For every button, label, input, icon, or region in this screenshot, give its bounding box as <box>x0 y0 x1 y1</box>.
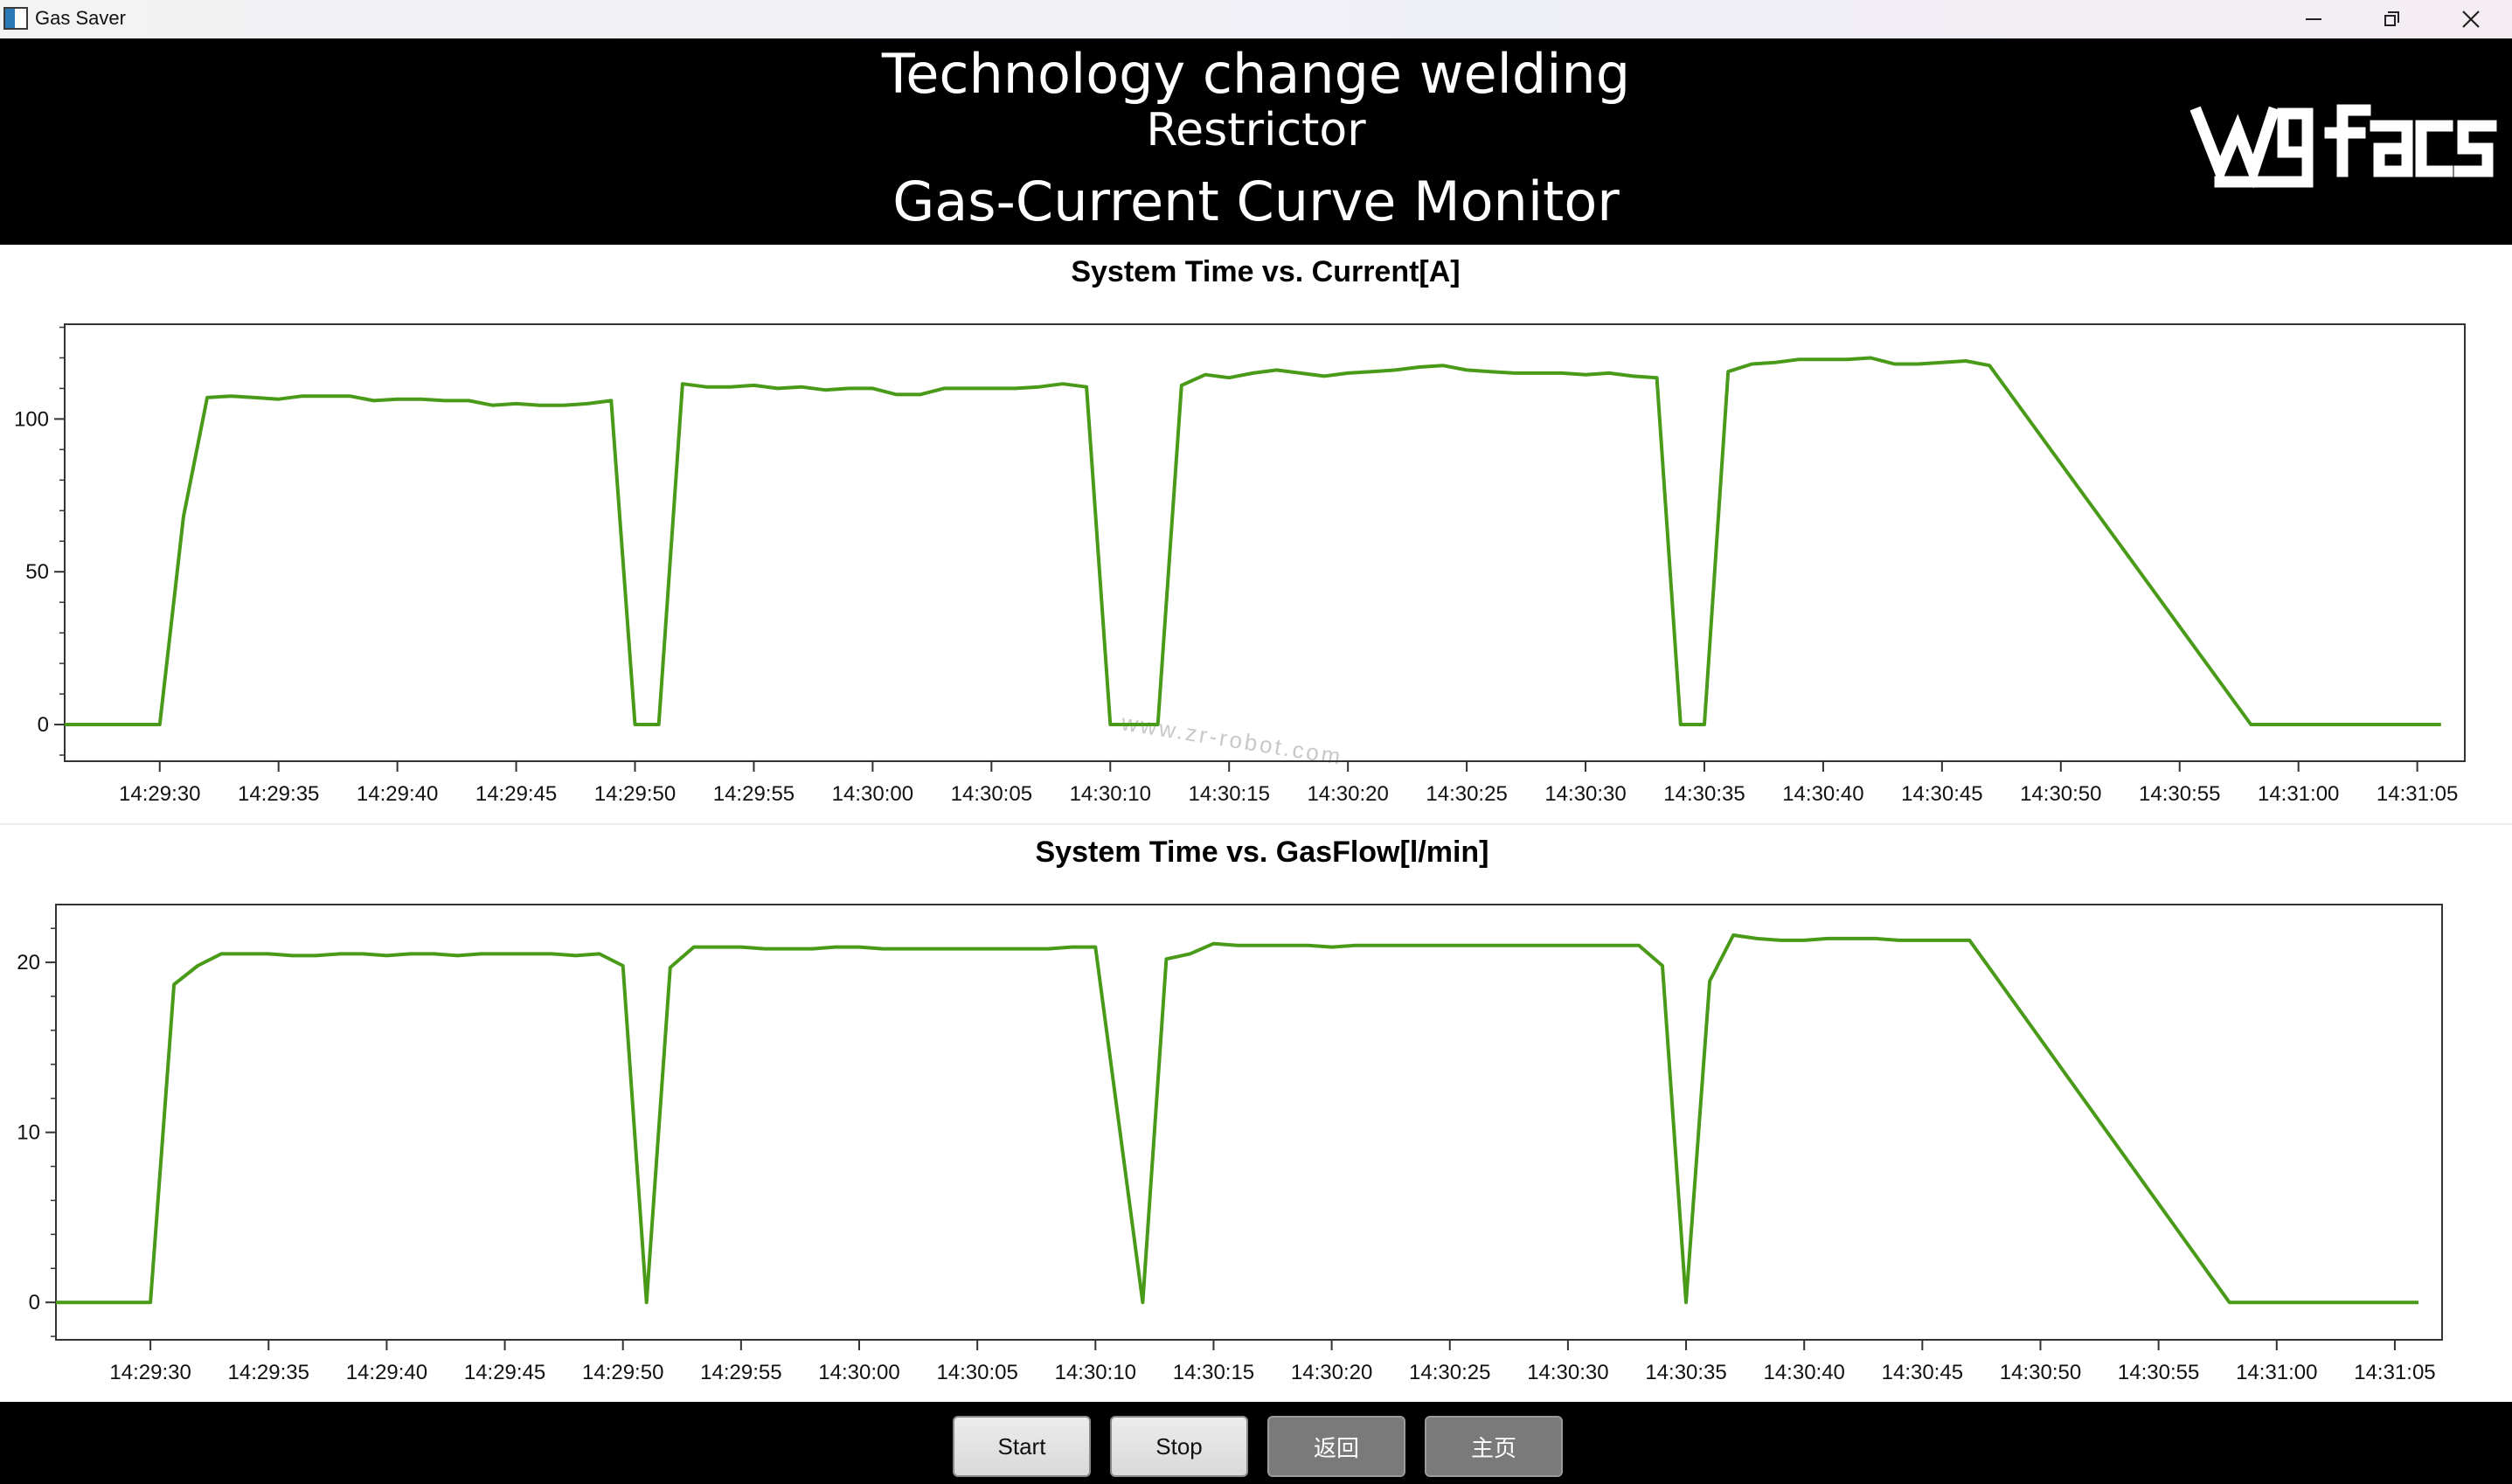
x-tick-label: 14:30:05 <box>951 782 1032 806</box>
plot-frame <box>64 323 2466 762</box>
y-tick-label: 50 <box>25 560 49 584</box>
x-tick-label: 14:30:15 <box>1173 1361 1254 1384</box>
page-subtitle: Restrictor <box>1146 104 1366 156</box>
current-chart: System Time vs. Current[A] www.zr-robot.… <box>14 255 2466 806</box>
app-icon <box>3 7 28 30</box>
x-tick-label: 14:29:30 <box>109 1361 191 1384</box>
x-tick-label: 14:29:30 <box>119 782 200 806</box>
x-tick-label: 14:30:15 <box>1189 782 1270 806</box>
x-tick-label: 14:29:50 <box>594 782 676 806</box>
x-tick-label: 14:30:45 <box>1901 782 1982 806</box>
x-tick-label: 14:31:05 <box>2354 1361 2435 1384</box>
x-tick-label: 14:29:45 <box>464 1361 545 1384</box>
chart-title: System Time vs. GasFlow[l/min] <box>1036 836 1489 869</box>
restore-icon <box>2384 11 2400 27</box>
x-tick-label: 14:29:45 <box>475 782 557 806</box>
x-tick-label: 14:30:35 <box>1663 782 1745 806</box>
x-tick-label: 14:29:50 <box>582 1361 663 1384</box>
y-tick-label: 100 <box>14 407 49 431</box>
home-button[interactable]: 主页 <box>1425 1416 1563 1477</box>
y-tick-label: 0 <box>29 1291 40 1314</box>
x-tick-label: 14:29:40 <box>346 1361 427 1384</box>
x-tick-label: 14:30:30 <box>1544 782 1626 806</box>
y-tick-label: 20 <box>17 951 40 974</box>
x-tick-label: 14:30:05 <box>936 1361 1017 1384</box>
x-tick-label: 14:30:25 <box>1426 782 1507 806</box>
back-button[interactable]: 返回 <box>1267 1416 1405 1477</box>
series-line <box>56 933 2418 1305</box>
x-tick-label: 14:30:55 <box>2139 782 2220 806</box>
x-tick-label: 14:30:45 <box>1882 1361 1963 1384</box>
close-button[interactable] <box>2432 0 2510 38</box>
restore-button[interactable] <box>2353 0 2432 38</box>
company-logo <box>2189 104 2497 189</box>
x-tick-label: 14:29:35 <box>238 782 319 806</box>
x-tick-label: 14:30:40 <box>1782 782 1863 806</box>
window-title-bar: Gas Saver <box>0 0 2512 38</box>
y-tick-label: 10 <box>17 1121 40 1145</box>
chart-title: System Time vs. Current[A] <box>1071 255 1460 288</box>
x-tick-label: 14:30:25 <box>1409 1361 1490 1384</box>
start-button[interactable]: Start <box>953 1416 1091 1477</box>
stop-button[interactable]: Stop <box>1110 1416 1248 1477</box>
x-tick-label: 14:30:55 <box>2118 1361 2199 1384</box>
x-tick-label: 14:30:10 <box>1070 782 1151 806</box>
window-title: Gas Saver <box>35 7 126 29</box>
gasflow-chart: System Time vs. GasFlow[l/min] 0 10 20 14:2… <box>17 836 2443 1384</box>
x-tick-label: 14:30:40 <box>1763 1361 1844 1384</box>
x-tick-label: 14:29:55 <box>700 1361 781 1384</box>
x-tick-label: 14:30:50 <box>2020 782 2101 806</box>
x-tick-label: 14:29:40 <box>357 782 438 806</box>
x-tick-label: 14:31:05 <box>2377 782 2458 806</box>
minimize-icon <box>2306 18 2321 20</box>
x-tick-label: 14:30:00 <box>818 1361 899 1384</box>
x-tick-label: 14:30:00 <box>832 782 913 806</box>
x-tick-label: 14:30:20 <box>1307 782 1388 806</box>
plot-frame <box>55 904 2443 1341</box>
monitor-title: Gas-Current Curve Monitor <box>892 170 1620 233</box>
close-icon <box>2462 10 2480 28</box>
x-tick-label: 14:30:35 <box>1645 1361 1726 1384</box>
header-banner: Technology change welding Restrictor Gas… <box>0 38 2512 245</box>
x-tick-label: 14:30:10 <box>1055 1361 1136 1384</box>
page-title: Technology change welding <box>881 42 1631 106</box>
x-tick-label: 14:30:30 <box>1527 1361 1608 1384</box>
footer-bar: Start Stop 返回 主页 <box>0 1402 2512 1484</box>
series-line <box>65 356 2441 726</box>
y-tick-label: 0 <box>38 713 49 737</box>
minimize-button[interactable] <box>2274 0 2353 38</box>
x-tick-label: 14:30:50 <box>2000 1361 2081 1384</box>
x-tick-label: 14:29:35 <box>228 1361 309 1384</box>
x-tick-label: 14:31:00 <box>2258 782 2339 806</box>
x-tick-label: 14:31:00 <box>2236 1361 2317 1384</box>
x-tick-label: 14:30:20 <box>1291 1361 1372 1384</box>
x-tick-label: 14:29:55 <box>713 782 795 806</box>
